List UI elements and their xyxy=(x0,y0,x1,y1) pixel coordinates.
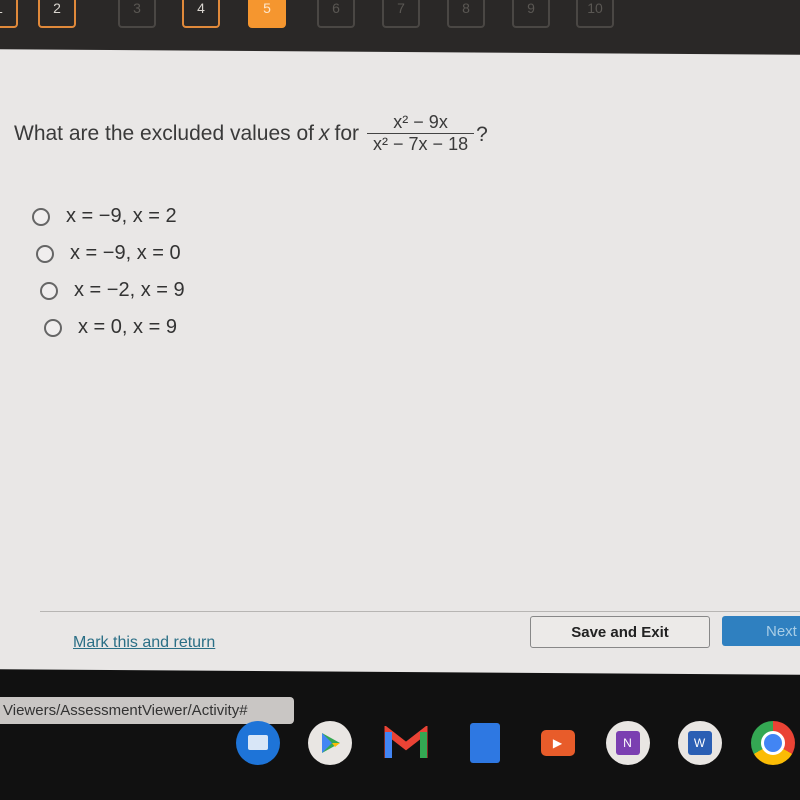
option-label: x = 0, x = 9 xyxy=(78,316,177,338)
question-5-button[interactable]: 5 xyxy=(248,0,286,28)
question-prefix: What are the excluded values of xyxy=(14,121,315,145)
next-button[interactable]: Next xyxy=(722,616,800,646)
word-icon[interactable]: W xyxy=(677,720,722,765)
radio-button[interactable] xyxy=(44,318,62,337)
footer-divider xyxy=(40,611,800,612)
youtube-icon[interactable]: ▶ xyxy=(535,720,580,765)
question-2-button[interactable]: 2 xyxy=(38,0,76,28)
question-mark: ? xyxy=(476,122,488,146)
answer-option[interactable]: x = −2, x = 9 xyxy=(40,272,185,309)
onenote-icon[interactable]: N xyxy=(605,720,650,765)
question-10-button[interactable]: 10 xyxy=(576,0,614,28)
save-and-exit-button[interactable]: Save and Exit xyxy=(530,616,710,648)
answer-option[interactable]: x = −9, x = 0 xyxy=(36,235,185,272)
rational-expression: x² − 9x x² − 7x − 18 xyxy=(367,112,475,155)
question-7-button[interactable]: 7 xyxy=(382,0,420,28)
question-variable: x xyxy=(319,121,330,145)
gmail-icon[interactable] xyxy=(383,720,428,765)
option-label: x = −9, x = 2 xyxy=(66,205,177,227)
question-text: What are the excluded values of x for x²… xyxy=(14,112,488,155)
mark-and-return-link[interactable]: Mark this and return xyxy=(73,634,215,652)
files-icon[interactable] xyxy=(235,720,280,765)
question-8-button[interactable]: 8 xyxy=(447,0,485,28)
radio-button[interactable] xyxy=(32,207,50,226)
chrome-icon[interactable] xyxy=(750,720,795,765)
radio-button[interactable] xyxy=(40,281,58,300)
denominator: x² − 7x − 18 xyxy=(367,133,475,155)
question-4-button[interactable]: 4 xyxy=(182,0,220,28)
question-6-button[interactable]: 6 xyxy=(317,0,355,28)
option-label: x = −9, x = 0 xyxy=(70,242,181,264)
question-9-button[interactable]: 9 xyxy=(512,0,550,28)
play-store-icon[interactable] xyxy=(307,720,352,765)
answer-option[interactable]: x = 0, x = 9 xyxy=(44,309,185,346)
numerator: x² − 9x xyxy=(393,112,448,132)
radio-button[interactable] xyxy=(36,244,54,263)
question-1-button[interactable]: 1 xyxy=(0,0,18,28)
question-3-button[interactable]: 3 xyxy=(118,0,156,28)
answer-option[interactable]: x = −9, x = 2 xyxy=(32,198,185,235)
option-label: x = −2, x = 9 xyxy=(74,279,185,301)
google-docs-icon[interactable] xyxy=(462,720,507,765)
question-suffix: for xyxy=(334,121,360,145)
answer-options: x = −9, x = 2 x = −9, x = 0 x = −2, x = … xyxy=(32,198,185,346)
